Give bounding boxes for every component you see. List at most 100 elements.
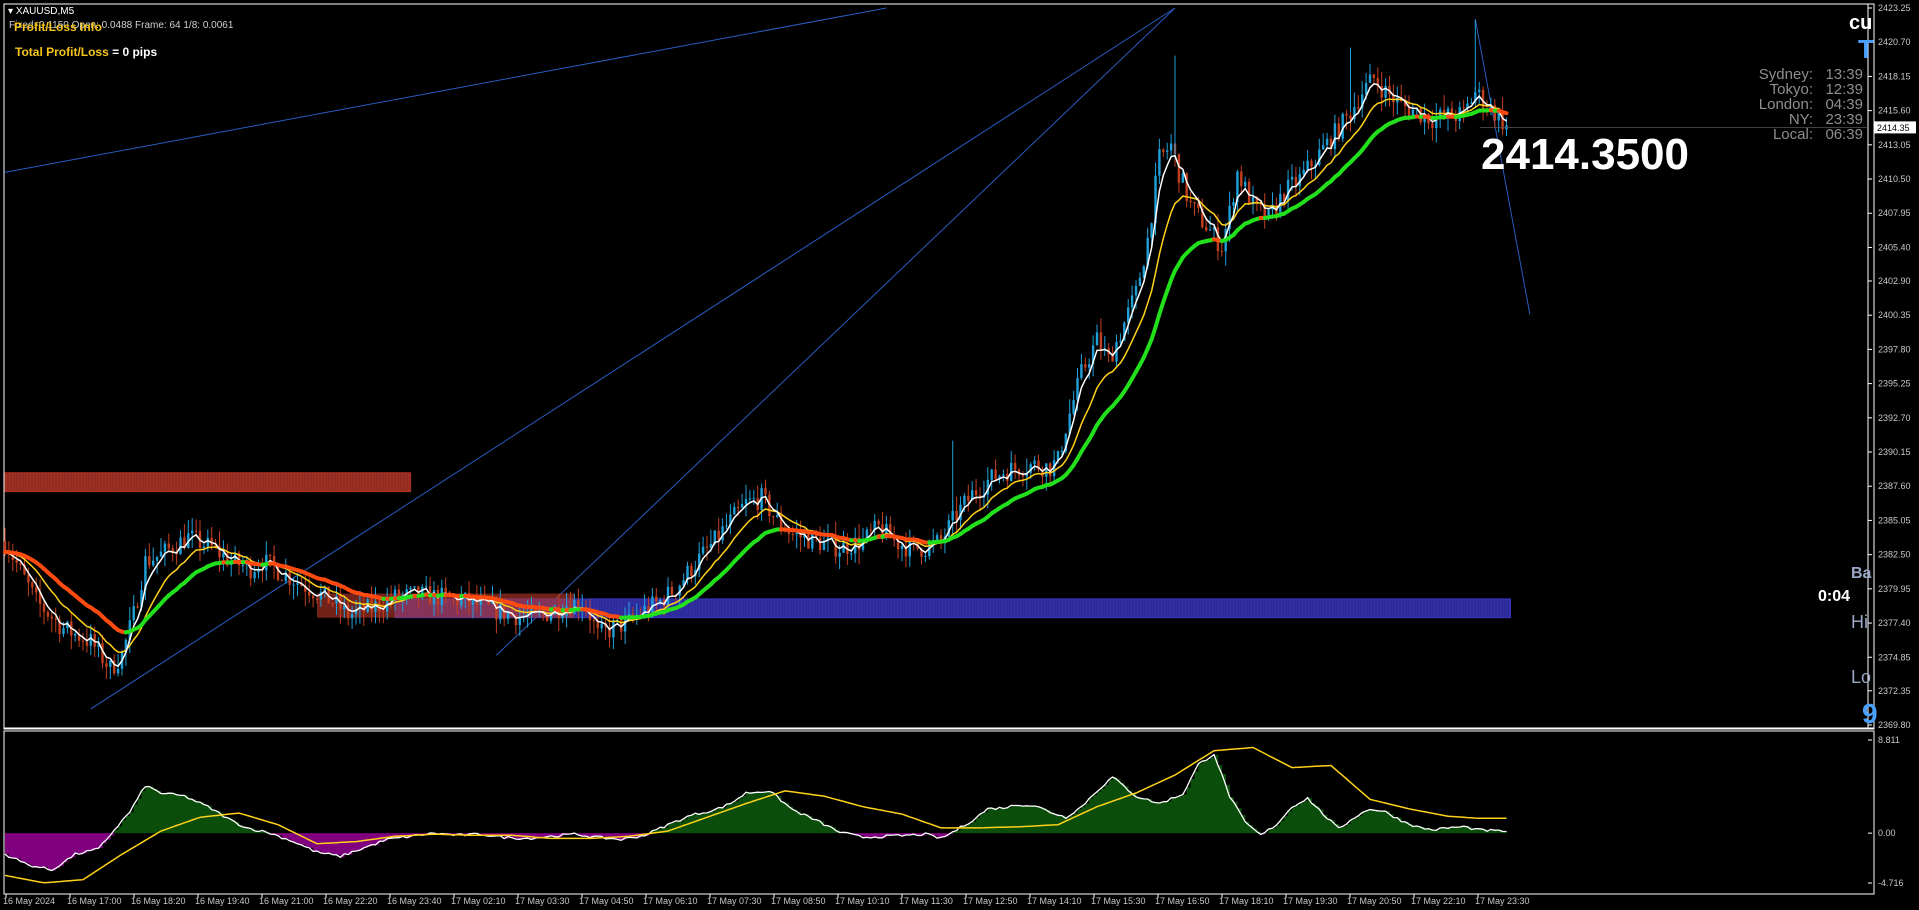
price-tick-label: 2400.35 xyxy=(1878,310,1911,320)
candle-body xyxy=(1372,74,1376,78)
osc-bar xyxy=(86,833,92,851)
total-profit-loss: Total Profit/Loss = 0 pips xyxy=(15,45,157,59)
osc-bar xyxy=(75,833,80,854)
osc-bar xyxy=(1362,812,1367,834)
candle-body xyxy=(1205,227,1208,231)
osc-bar xyxy=(16,833,21,859)
candle-body xyxy=(1002,474,1005,476)
candle-body xyxy=(740,503,744,508)
candle-body xyxy=(818,537,822,551)
candle-body xyxy=(974,490,978,496)
osc-bar xyxy=(1178,796,1184,834)
time-tick-label: 17 May 20:50 xyxy=(1347,896,1402,906)
candle-body xyxy=(744,499,748,504)
candle-body xyxy=(350,613,354,619)
osc-bar xyxy=(749,793,755,834)
time-tick-label: 17 May 22:10 xyxy=(1411,896,1466,906)
candle-body xyxy=(425,586,428,588)
clock-row: Tokyo: 12:39 xyxy=(1735,82,1863,97)
price-tick-label: 2410.50 xyxy=(1878,174,1911,184)
clock-time: 06:39 xyxy=(1825,126,1863,143)
candle-body xyxy=(955,510,958,521)
osc-bar xyxy=(1381,811,1386,834)
ma-fast-line xyxy=(4,82,1507,668)
osc-bar xyxy=(1022,806,1028,834)
candle-body xyxy=(967,495,970,501)
osc-bar xyxy=(1194,771,1199,834)
time-tick-label: 17 May 04:50 xyxy=(579,896,634,906)
osc-bar xyxy=(1077,809,1082,834)
ma-medium-line xyxy=(4,98,1507,653)
candle-body xyxy=(1244,181,1247,187)
osc-bar xyxy=(1124,786,1129,834)
price-tick-label: 2387.60 xyxy=(1878,481,1911,491)
osc-bar xyxy=(1202,761,1207,834)
candle-body xyxy=(280,580,284,582)
osc-bar xyxy=(1459,826,1464,834)
time-tick-label: 17 May 08:50 xyxy=(771,896,826,906)
clock-city: Tokyo: xyxy=(1769,81,1813,98)
osc-bar xyxy=(601,833,606,837)
osc-tick-label: 0.00 xyxy=(1878,828,1896,838)
candle-body xyxy=(924,556,927,558)
candle-body xyxy=(1302,169,1305,175)
price-tick-label: 2369.80 xyxy=(1878,720,1911,730)
clock-row: London: 04:39 xyxy=(1735,97,1863,112)
candle-body xyxy=(132,606,135,621)
time-tick-label: 16 May 21:00 xyxy=(259,896,314,906)
osc-bar xyxy=(824,825,829,834)
price-tick-label: 2379.95 xyxy=(1878,584,1911,594)
osc-bar xyxy=(1093,795,1098,834)
candle-body xyxy=(179,537,182,555)
time-tick-label: 17 May 02:10 xyxy=(451,896,506,906)
candle-body xyxy=(787,531,791,534)
candle-body xyxy=(152,560,155,566)
candle-body xyxy=(690,565,693,577)
price-tick-label: 2405.40 xyxy=(1878,242,1911,252)
oscillator-axis: 8.811 0.00 -4.716 xyxy=(1868,735,1904,888)
candle-body xyxy=(206,537,209,547)
osc-bar xyxy=(145,786,150,834)
osc-bar xyxy=(1276,825,1281,834)
osc-bar xyxy=(1373,810,1379,834)
osc-bar xyxy=(742,796,747,834)
osc-bar xyxy=(991,808,996,834)
time-tick-label: 17 May 06:10 xyxy=(643,896,698,906)
osc-bar xyxy=(1007,807,1012,834)
candle-body xyxy=(1099,332,1103,351)
candle-body xyxy=(1478,89,1481,92)
candle-body xyxy=(721,526,724,541)
candle-body xyxy=(811,532,814,549)
osc-bar xyxy=(149,786,154,834)
candle-body xyxy=(50,616,53,619)
candle-body xyxy=(46,611,50,617)
osc-bar xyxy=(804,814,809,834)
candle-body xyxy=(1088,364,1091,368)
osc-bar xyxy=(964,825,969,834)
osc-bar xyxy=(281,833,287,839)
osc-bar xyxy=(1097,791,1102,834)
clock-time: 23:39 xyxy=(1825,111,1863,128)
candle-body xyxy=(1220,251,1223,253)
dropdown-triangle-icon[interactable]: ▾ xyxy=(8,6,13,17)
osc-bar xyxy=(79,833,84,855)
candle-body xyxy=(1013,462,1017,470)
candle-body xyxy=(42,603,46,612)
candle-timer: 0:04 xyxy=(1818,588,1851,605)
osc-bar xyxy=(1436,830,1441,834)
total-profit-loss-label: Total Profit/Loss xyxy=(15,45,109,59)
candle-body xyxy=(1193,202,1196,204)
clock-row: NY: 23:39 xyxy=(1735,112,1863,127)
osc-bar xyxy=(1299,803,1304,834)
osc-bar xyxy=(1128,790,1133,834)
time-tick-label: 17 May 16:50 xyxy=(1155,896,1210,906)
big-current-price: 2414.3500 xyxy=(1481,130,1689,179)
time-tick-label: 17 May 07:30 xyxy=(707,896,762,906)
candle-body xyxy=(1290,176,1294,180)
clock-city: NY: xyxy=(1788,111,1813,128)
osc-bar xyxy=(8,833,14,858)
osc-bar xyxy=(999,807,1004,834)
candle-body xyxy=(1080,364,1083,378)
osc-bar xyxy=(1171,797,1176,834)
symbol-header: ▾ XAUUSD,M5 xyxy=(8,6,74,17)
